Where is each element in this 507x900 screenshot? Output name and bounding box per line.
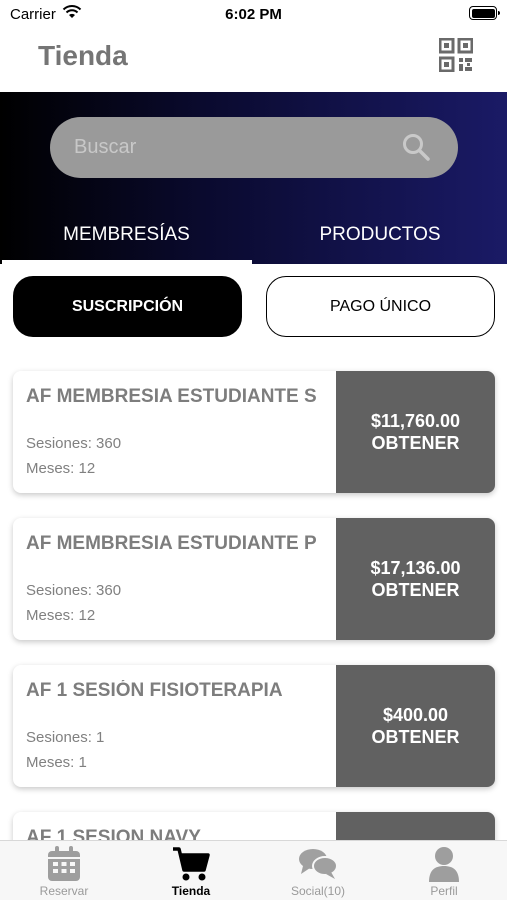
battery-icon bbox=[469, 6, 500, 20]
meses-label: Meses: bbox=[26, 754, 75, 771]
tab-productos-label: PRODUCTOS bbox=[319, 224, 441, 245]
cart-icon bbox=[173, 847, 210, 881]
tab-productos[interactable]: PRODUCTOS bbox=[253, 220, 507, 264]
obtener-label: OBTENER bbox=[371, 580, 460, 600]
meses-label: Meses: bbox=[26, 460, 75, 477]
nav-social[interactable]: Social(10) bbox=[255, 841, 381, 900]
meses-row: Meses: 12 bbox=[26, 607, 95, 624]
calendar-icon bbox=[48, 846, 80, 881]
sesiones-label: Sesiones: bbox=[26, 582, 92, 599]
suscripcion-button[interactable]: SUSCRIPCIÓN bbox=[13, 276, 242, 337]
membership-card[interactable]: AF MEMBRESIA ESTUDIANTE P Sesiones: 360 … bbox=[13, 518, 495, 640]
status-bar: Carrier 6:02 PM bbox=[0, 0, 507, 30]
membership-name: AF MEMBRESIA ESTUDIANTE P bbox=[26, 533, 317, 554]
membership-name: AF MEMBRESIA ESTUDIANTE S bbox=[26, 386, 317, 407]
nav-reservar-label: Reservar bbox=[39, 884, 89, 898]
membership-card[interactable]: AF MEMBRESIA ESTUDIANTE S Sesiones: 360 … bbox=[13, 371, 495, 493]
sesiones-label: Sesiones: bbox=[26, 729, 92, 746]
header: Tienda bbox=[0, 30, 507, 92]
sesiones-value: 1 bbox=[96, 729, 105, 746]
bottom-tab-bar: Reservar Tienda Social(10) Perfil bbox=[0, 840, 507, 900]
membership-name: AF 1 SESIÓN FISIOTERAPIA bbox=[26, 680, 283, 701]
nav-tienda[interactable]: Tienda bbox=[128, 841, 254, 900]
search-input[interactable] bbox=[74, 117, 374, 178]
meses-row: Meses: 1 bbox=[26, 754, 87, 771]
nav-tienda-label: Tienda bbox=[171, 884, 211, 898]
sesiones-row: Sesiones: 360 bbox=[26, 435, 121, 452]
obtener-button[interactable]: $17,136.00 OBTENER bbox=[336, 518, 495, 640]
meses-value: 1 bbox=[78, 754, 87, 771]
sesiones-value: 360 bbox=[96, 582, 122, 599]
obtener-button[interactable]: $11,760.00 OBTENER bbox=[336, 371, 495, 493]
status-time: 6:02 PM bbox=[225, 6, 282, 23]
sesiones-label: Sesiones: bbox=[26, 435, 92, 452]
obtener-label: OBTENER bbox=[371, 433, 460, 453]
meses-value: 12 bbox=[78, 607, 96, 624]
meses-value: 12 bbox=[78, 460, 96, 477]
tab-membresias-label: MEMBRESÍAS bbox=[63, 224, 190, 245]
price-label: $11,760.00 bbox=[370, 411, 461, 431]
nav-reservar[interactable]: Reservar bbox=[1, 841, 127, 900]
tab-selected-indicator bbox=[2, 260, 252, 264]
person-icon bbox=[429, 847, 459, 882]
nav-perfil[interactable]: Perfil bbox=[381, 841, 507, 900]
obtener-button[interactable]: $400.00 OBTENER bbox=[336, 665, 495, 787]
pago-unico-button[interactable]: PAGO ÚNICO bbox=[266, 276, 495, 337]
price-label: $17,136.00 bbox=[370, 558, 461, 578]
meses-label: Meses: bbox=[26, 607, 75, 624]
sesiones-row: Sesiones: 360 bbox=[26, 582, 121, 599]
meses-row: Meses: 12 bbox=[26, 460, 95, 477]
sesiones-value: 360 bbox=[96, 435, 122, 452]
chat-bubbles-icon bbox=[299, 849, 338, 879]
qr-code-icon[interactable] bbox=[439, 38, 473, 72]
nav-perfil-label: Perfil bbox=[430, 884, 458, 898]
price-label: $400.00 bbox=[382, 705, 449, 725]
search-bar[interactable] bbox=[50, 117, 458, 178]
membership-card[interactable]: AF 1 SESIÓN FISIOTERAPIA Sesiones: 1 Mes… bbox=[13, 665, 495, 787]
page-title: Tienda bbox=[38, 40, 128, 71]
tab-membresias[interactable]: MEMBRESÍAS bbox=[0, 220, 253, 264]
sesiones-row: Sesiones: 1 bbox=[26, 729, 104, 746]
hero-banner: MEMBRESÍAS PRODUCTOS bbox=[0, 92, 507, 264]
nav-social-label: Social(10) bbox=[290, 884, 346, 898]
search-icon[interactable] bbox=[402, 133, 430, 161]
obtener-label: OBTENER bbox=[371, 727, 460, 747]
